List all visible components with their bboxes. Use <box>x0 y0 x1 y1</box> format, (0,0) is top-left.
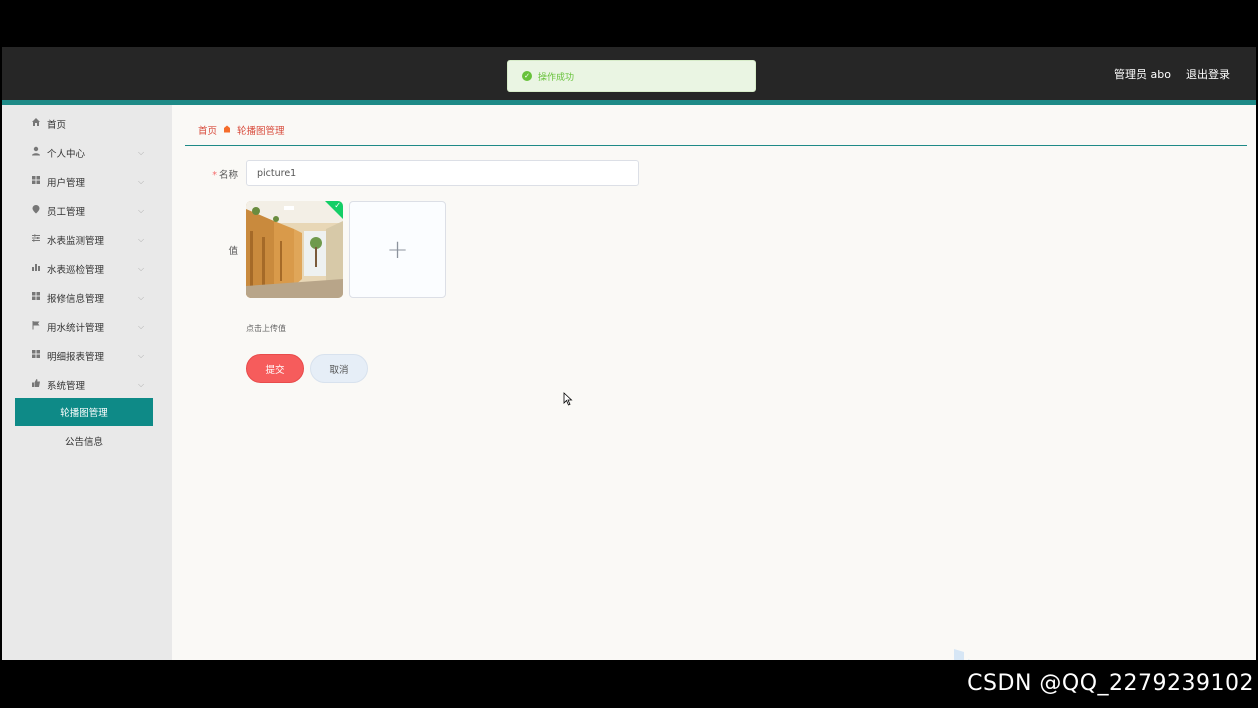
value-field-label: 值 <box>228 246 238 257</box>
name-field-label: * 名称 <box>212 170 238 181</box>
sidebar-item-label: 员工管理 <box>47 206 86 218</box>
thumb-up-icon <box>31 378 41 391</box>
uploaded-image-thumbnail[interactable]: ✓ <box>246 201 343 298</box>
sidebar: 首页 个人中心 ⌵ 用户管理 ⌵ 员工管理 ⌵ 水表监测管理 ⌵ 水表巡检管理 … <box>2 105 172 660</box>
success-check-icon: ✓ <box>522 71 532 81</box>
name-input[interactable] <box>246 160 639 186</box>
plus-icon: + <box>386 234 409 265</box>
breadcrumb-current: 轮播图管理 <box>237 126 285 137</box>
grid-icon <box>31 349 41 362</box>
chevron-down-icon: ⌵ <box>138 176 145 186</box>
user-icon <box>31 146 41 159</box>
home-icon <box>31 117 41 130</box>
submit-button[interactable]: 提交 <box>246 354 304 383</box>
main-content: 首页 轮播图管理 *名称 值 <box>172 105 1256 660</box>
sidebar-item-label: 个人中心 <box>47 148 86 160</box>
chevron-down-icon: ⌵ <box>138 205 145 215</box>
sidebar-item-water-statistics[interactable]: 用水统计管理 ⌵ <box>2 312 172 341</box>
sidebar-item-label: 首页 <box>47 119 67 131</box>
grid-icon <box>31 291 41 304</box>
chevron-down-icon: ⌵ <box>138 263 145 273</box>
bing-logo-icon <box>954 649 971 660</box>
header-divider <box>185 145 1247 146</box>
watermark-text: CSDN @QQ_2279239102 <box>967 671 1254 696</box>
sidebar-item-label: 水表监测管理 <box>47 235 105 247</box>
sidebar-item-label: 报修信息管理 <box>47 293 105 305</box>
sidebar-subitem-carousel-management[interactable]: 轮播图管理 <box>15 398 153 426</box>
upload-add-button[interactable]: + <box>349 201 446 298</box>
breadcrumb: 首页 轮播图管理 <box>198 123 285 137</box>
required-asterisk: * <box>212 170 217 181</box>
app-window: ✓ 操作成功 管理员 abo 退出登录 首页 个人中心 ⌵ 用户管理 ⌵ 员工管… <box>2 47 1256 660</box>
top-bar: ✓ 操作成功 管理员 abo 退出登录 <box>2 47 1256 100</box>
mouse-cursor-icon <box>563 392 573 406</box>
check-icon: ✓ <box>334 201 341 210</box>
admin-user-label: 管理员 abo <box>1114 68 1171 81</box>
sidebar-item-repair-info[interactable]: 报修信息管理 ⌵ <box>2 283 172 312</box>
sidebar-item-meter-monitoring[interactable]: 水表监测管理 ⌵ <box>2 225 172 254</box>
sidebar-item-label: 用户管理 <box>47 177 86 189</box>
breadcrumb-separator-icon <box>223 125 231 135</box>
sidebar-item-home[interactable]: 首页 <box>2 109 172 138</box>
sidebar-item-label: 系统管理 <box>47 380 86 392</box>
screen-frame: ✓ 操作成功 管理员 abo 退出登录 首页 个人中心 ⌵ 用户管理 ⌵ 员工管… <box>0 0 1258 708</box>
toast-message: 操作成功 <box>538 72 575 83</box>
breadcrumb-home[interactable]: 首页 <box>198 123 217 137</box>
chevron-down-icon: ⌵ <box>138 350 145 360</box>
sidebar-subitem-announcements[interactable]: 公告信息 <box>15 427 153 455</box>
chevron-down-icon: ⌵ <box>138 292 145 302</box>
upload-tip: 点击上传值 <box>246 324 286 333</box>
success-toast: ✓ 操作成功 <box>507 60 756 92</box>
bar-chart-icon <box>31 262 41 275</box>
sidebar-item-label: 水表巡检管理 <box>47 264 105 276</box>
pin-icon <box>31 204 41 217</box>
flag-icon <box>31 320 41 333</box>
sliders-icon <box>31 233 41 246</box>
user-area: 管理员 abo 退出登录 <box>1114 66 1230 82</box>
sidebar-item-personal-center[interactable]: 个人中心 ⌵ <box>2 138 172 167</box>
sidebar-item-staff-management[interactable]: 员工管理 ⌵ <box>2 196 172 225</box>
chevron-down-icon: ⌵ <box>138 234 145 244</box>
sidebar-item-label: 明细报表管理 <box>47 351 105 363</box>
sidebar-item-detail-report[interactable]: 明细报表管理 ⌵ <box>2 341 172 370</box>
chevron-down-icon: ⌵ <box>138 147 145 157</box>
cancel-button[interactable]: 取消 <box>310 354 368 383</box>
sidebar-item-user-management[interactable]: 用户管理 ⌵ <box>2 167 172 196</box>
sidebar-item-meter-inspection[interactable]: 水表巡检管理 ⌵ <box>2 254 172 283</box>
sidebar-item-system-management[interactable]: 系统管理 ⌵ <box>2 370 172 399</box>
logout-button[interactable]: 退出登录 <box>1186 66 1230 82</box>
grid-icon <box>31 175 41 188</box>
chevron-up-icon: ⌵ <box>138 379 145 389</box>
chevron-down-icon: ⌵ <box>138 321 145 331</box>
sidebar-item-label: 用水统计管理 <box>47 322 105 334</box>
